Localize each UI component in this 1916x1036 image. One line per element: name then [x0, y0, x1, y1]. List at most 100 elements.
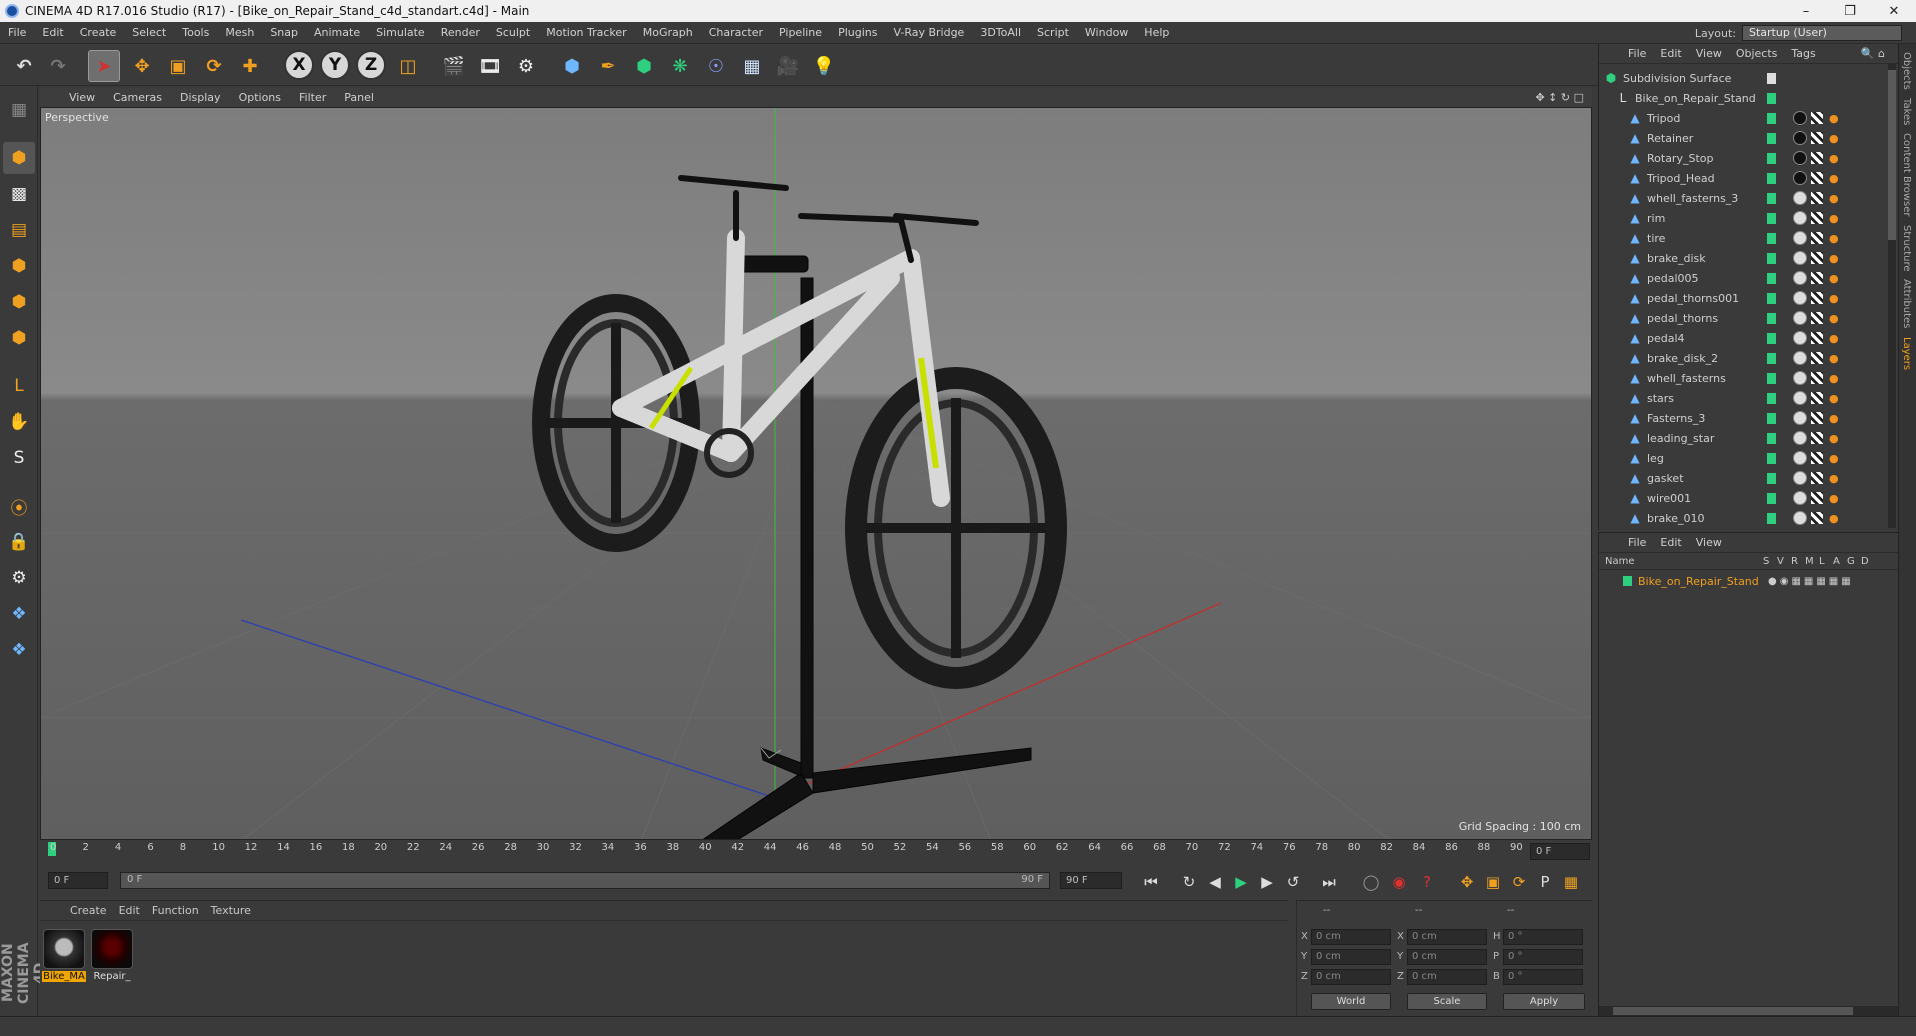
rotation-b-field[interactable]: 0 °: [1503, 969, 1583, 985]
frame-range-slider[interactable]: 0 F 90 F: [120, 872, 1050, 889]
menu-render[interactable]: Render: [433, 26, 488, 39]
key-scale-icon[interactable]: ▣: [1482, 871, 1504, 893]
object-row[interactable]: ▲ pedal005 ●: [1599, 268, 1887, 288]
menu-pipeline[interactable]: Pipeline: [771, 26, 830, 39]
visibility-toggle-icon[interactable]: [1767, 72, 1776, 84]
object-row[interactable]: ▲ brake_disk_2 ●: [1599, 348, 1887, 368]
layer-color-icon[interactable]: [1767, 492, 1776, 504]
layer-color-icon[interactable]: [1767, 452, 1776, 464]
uvw-tag-icon[interactable]: [1793, 431, 1807, 445]
object-row[interactable]: ▲ tire ●: [1599, 228, 1887, 248]
uvw-tag-icon[interactable]: [1793, 351, 1807, 365]
recent-tool-icon[interactable]: ✚: [234, 50, 266, 82]
uvw-tag-icon[interactable]: [1793, 331, 1807, 345]
viewport-nav-icon[interactable]: ✥ ↕ ↻ □: [1535, 91, 1584, 104]
x-axis-lock-icon[interactable]: X: [284, 50, 314, 80]
snapping-icon[interactable]: ⦿: [3, 490, 35, 522]
key-rotation-icon[interactable]: ⟳: [1508, 871, 1530, 893]
layer-color-icon[interactable]: [1767, 372, 1776, 384]
menu-script[interactable]: Script: [1029, 26, 1077, 39]
vp-menu-view[interactable]: View: [60, 91, 104, 104]
close-icon[interactable]: ✕: [1872, 4, 1916, 19]
layout-dropdown[interactable]: Startup (User): [1742, 25, 1902, 41]
layer-color-icon[interactable]: [1767, 432, 1776, 444]
menu-edit[interactable]: Edit: [34, 26, 71, 39]
menu-vray-bridge[interactable]: V-Ray Bridge: [885, 26, 972, 39]
side-tab[interactable]: Layers: [1901, 337, 1912, 370]
uvw-tag-icon[interactable]: [1793, 291, 1807, 305]
texture-tag-icon[interactable]: [1811, 292, 1823, 304]
uvw-tag-icon[interactable]: [1793, 491, 1807, 505]
menu-mograph[interactable]: MoGraph: [635, 26, 701, 39]
menu-snap[interactable]: Snap: [262, 26, 306, 39]
object-row[interactable]: ▲ gasket ●: [1599, 468, 1887, 488]
object-row[interactable]: ▲ Rotary_Stop ●: [1599, 148, 1887, 168]
texture-tag-icon[interactable]: [1811, 112, 1823, 124]
scale-tool-icon[interactable]: ▣: [162, 50, 194, 82]
camera-icon[interactable]: 🎥: [772, 50, 804, 82]
tweak-mode-icon[interactable]: ✋: [3, 406, 35, 438]
texture-tag-icon[interactable]: [1811, 392, 1823, 404]
side-tab[interactable]: Attributes: [1901, 279, 1912, 328]
uvw-tag-icon[interactable]: [1793, 231, 1807, 245]
phong-tag-icon[interactable]: ●: [1829, 512, 1839, 525]
prev-frame-icon[interactable]: ◀: [1204, 871, 1226, 893]
layer-color-icon[interactable]: [1767, 132, 1776, 144]
uvw-tag-icon[interactable]: [1793, 411, 1807, 425]
object-row[interactable]: ▲ Retainer ●: [1599, 128, 1887, 148]
layer-menu-view[interactable]: View: [1689, 536, 1729, 549]
uvw-tag-icon[interactable]: [1793, 251, 1807, 265]
texture-mode-icon[interactable]: ▩: [3, 178, 35, 210]
menu-select[interactable]: Select: [124, 26, 174, 39]
phong-tag-icon[interactable]: ●: [1829, 252, 1839, 265]
uvw-tag-icon[interactable]: [1793, 391, 1807, 405]
object-row[interactable]: ▲ brake_010 ●: [1599, 508, 1887, 528]
restore-icon[interactable]: ❐: [1828, 4, 1872, 19]
menu-motion-tracker[interactable]: Motion Tracker: [538, 26, 634, 39]
array-cloner-icon[interactable]: ❋: [664, 50, 696, 82]
uvw-tag-icon[interactable]: [1793, 451, 1807, 465]
menu-3dtoall[interactable]: 3DToAll: [972, 26, 1029, 39]
layer-color-icon[interactable]: [1767, 152, 1776, 164]
polygons-mode-icon[interactable]: ⬢: [3, 322, 35, 354]
texture-tag-icon[interactable]: [1811, 132, 1823, 144]
phong-tag-icon[interactable]: ●: [1829, 432, 1839, 445]
phong-tag-icon[interactable]: ●: [1829, 212, 1839, 225]
layer-color-icon[interactable]: [1767, 212, 1776, 224]
perspective-viewport[interactable]: Perspective Grid Spacing : 100 cm: [40, 107, 1592, 840]
layer-color-icon[interactable]: [1767, 272, 1776, 284]
vp-menu-cameras[interactable]: Cameras: [104, 91, 171, 104]
texture-tag-icon[interactable]: [1811, 272, 1823, 284]
material-tag-icon[interactable]: [1793, 171, 1807, 185]
points-mode-icon[interactable]: ⬢: [3, 250, 35, 282]
object-row[interactable]: ▲ pedal4 ●: [1599, 328, 1887, 348]
timeline-ruler[interactable]: 0 2 4 6 8 10 12 14 16 18 20 22 24 26 28 30 32 34 36 38 40 42 4…: [40, 840, 1592, 862]
obj-menu-view[interactable]: View: [1689, 47, 1729, 60]
phong-tag-icon[interactable]: ●: [1829, 112, 1839, 125]
rotation-h-field[interactable]: 0 °: [1503, 929, 1583, 945]
texture-tag-icon[interactable]: [1811, 152, 1823, 164]
vp-menu-panel[interactable]: Panel: [335, 91, 383, 104]
size-y-field[interactable]: 0 cm: [1407, 949, 1487, 965]
phong-tag-icon[interactable]: ●: [1829, 332, 1839, 345]
object-row[interactable]: ▲ leading_star ●: [1599, 428, 1887, 448]
layer-color-icon[interactable]: [1767, 472, 1776, 484]
phong-tag-icon[interactable]: ●: [1829, 172, 1839, 185]
texture-tag-icon[interactable]: [1811, 312, 1823, 324]
object-row[interactable]: ▲ rim ●: [1599, 208, 1887, 228]
menu-simulate[interactable]: Simulate: [368, 26, 433, 39]
render-view-icon[interactable]: 🎬: [438, 50, 470, 82]
object-row-root[interactable]: ⬢ Subdivision Surface: [1599, 68, 1887, 88]
mat-menu-create[interactable]: Create: [64, 904, 113, 917]
uvw-tag-icon[interactable]: [1793, 511, 1807, 525]
move-tool-icon[interactable]: ✥: [126, 50, 158, 82]
uvw-tag-icon[interactable]: [1793, 211, 1807, 225]
undo-icon[interactable]: ↶: [8, 50, 40, 82]
object-row[interactable]: ▲ Tripod_Head ●: [1599, 168, 1887, 188]
object-row[interactable]: ▲ pedal_thorns ●: [1599, 308, 1887, 328]
layer-color-icon[interactable]: [1767, 512, 1776, 524]
texture-tag-icon[interactable]: [1811, 492, 1823, 504]
texture-tag-icon[interactable]: [1811, 212, 1823, 224]
layer-flags-icon[interactable]: ●◉▦▦▦▦▦: [1768, 576, 1854, 587]
start-frame-field[interactable]: 0 F: [48, 872, 108, 889]
